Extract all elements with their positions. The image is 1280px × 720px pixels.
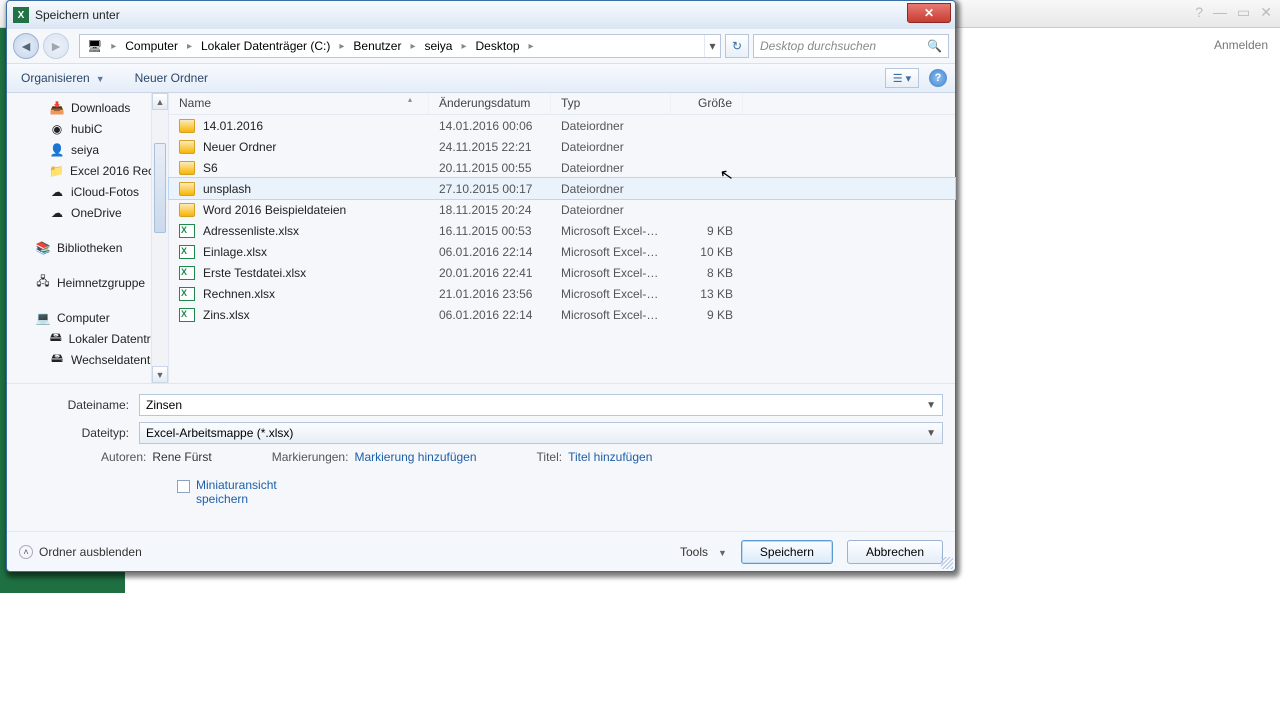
file-row[interactable]: Einlage.xlsx06.01.2016 22:14Microsoft Ex… (169, 241, 955, 262)
window-title: Speichern unter (35, 8, 120, 22)
view-options-button[interactable]: ☰ ▾ (885, 68, 919, 88)
save-as-dialog: X Speichern unter ✕ ◄ ► 🖥▸ Computer▸ Lok… (6, 0, 956, 572)
cancel-button[interactable]: Abbrechen (847, 540, 943, 564)
authors-value[interactable]: Rene Fürst (152, 450, 211, 464)
scroll-thumb[interactable] (154, 143, 166, 233)
tree-item[interactable]: 👤seiya (7, 139, 168, 160)
folder-icon: 📁 (49, 163, 64, 179)
file-row[interactable]: unsplash27.10.2015 00:17Dateiordner (169, 178, 955, 199)
authors-label: Autoren: (101, 450, 146, 464)
filename-input[interactable]: Zinsen▼ (139, 394, 943, 416)
folder-icon (179, 203, 195, 217)
close-icon: ✕ (1260, 4, 1272, 21)
sign-in-link[interactable]: Anmelden (1214, 38, 1268, 52)
excel-file-icon (179, 266, 195, 280)
folder-icon (179, 161, 195, 175)
folder-icon: 🖧 (35, 275, 51, 291)
new-folder-button[interactable]: Neuer Ordner (129, 68, 214, 88)
tree-item[interactable]: 🖴Lokaler Datenträg (7, 328, 168, 349)
excel-file-icon (179, 245, 195, 259)
bg-window-controls: ? — ▭ ✕ (1195, 4, 1272, 21)
file-row[interactable]: Word 2016 Beispieldateien18.11.2015 20:2… (169, 199, 955, 220)
chevron-up-icon: ˄ (19, 545, 33, 559)
folder-icon (179, 119, 195, 133)
title-value[interactable]: Titel hinzufügen (568, 450, 652, 464)
tree-item[interactable]: 📁Excel 2016 Rechn (7, 160, 168, 181)
folder-icon: ◉ (49, 121, 65, 137)
column-name[interactable]: Name▴ (169, 93, 429, 114)
folder-icon: 🖴 (49, 352, 65, 368)
column-type[interactable]: Typ (551, 93, 671, 114)
folder-icon: 📥 (49, 100, 65, 116)
help-icon: ? (1195, 4, 1203, 21)
folder-icon (179, 140, 195, 154)
tags-value[interactable]: Markierung hinzufügen (354, 450, 476, 464)
thumbnail-label: Miniaturansicht speichern (196, 478, 296, 506)
titlebar[interactable]: X Speichern unter ✕ (7, 1, 955, 29)
tree-item[interactable]: 💻Computer (7, 307, 168, 328)
breadcrumb-dropdown[interactable]: ▾ (704, 35, 720, 57)
tree-item[interactable]: ☁iCloud-Fotos (7, 181, 168, 202)
excel-file-icon (179, 287, 195, 301)
title-label: Titel: (537, 450, 563, 464)
folder-icon: ☁ (49, 205, 65, 221)
file-row[interactable]: Erste Testdatei.xlsx20.01.2016 22:41Micr… (169, 262, 955, 283)
hide-folders-button[interactable]: ˄ Ordner ausblenden (19, 545, 142, 559)
folder-icon (179, 182, 195, 196)
file-row[interactable]: 14.01.201614.01.2016 00:06Dateiordner (169, 115, 955, 136)
tree-item[interactable]: 🖴Wechseldatenträ (7, 349, 168, 370)
column-size[interactable]: Größe (671, 93, 743, 114)
resize-grip[interactable] (941, 557, 953, 569)
excel-icon: X (13, 7, 29, 23)
nav-back-button[interactable]: ◄ (13, 33, 39, 59)
column-modified[interactable]: Änderungsdatum (429, 93, 551, 114)
scroll-up-icon[interactable]: ▲ (152, 93, 168, 110)
filetype-label: Dateityp: (19, 426, 139, 440)
scroll-down-icon[interactable]: ▼ (152, 366, 168, 383)
folder-tree[interactable]: 📥Downloads◉hubiC👤seiya📁Excel 2016 Rechn☁… (7, 93, 169, 383)
file-list[interactable]: Name▴ Änderungsdatum Typ Größe 14.01.201… (169, 93, 955, 383)
computer-icon: 🖥 (87, 39, 102, 53)
filetype-select[interactable]: Excel-Arbeitsmappe (*.xlsx)▼ (139, 422, 943, 444)
tree-item[interactable]: 📥Downloads (7, 97, 168, 118)
search-input[interactable]: Desktop durchsuchen 🔍 (753, 34, 949, 58)
breadcrumb[interactable]: 🖥▸ Computer▸ Lokaler Datenträger (C:)▸ B… (79, 34, 721, 58)
file-row[interactable]: Zins.xlsx06.01.2016 22:14Microsoft Excel… (169, 304, 955, 325)
sort-indicator-icon: ▴ (408, 95, 412, 104)
file-row[interactable]: S620.11.2015 00:55Dateiordner (169, 157, 955, 178)
organize-button[interactable]: Organisieren▼ (15, 68, 111, 88)
nav-forward-button[interactable]: ► (43, 33, 69, 59)
folder-icon: 👤 (49, 142, 65, 158)
excel-file-icon (179, 308, 195, 322)
tools-button[interactable]: Tools▼ (680, 545, 727, 559)
filename-label: Dateiname: (19, 398, 139, 412)
file-row[interactable]: Rechnen.xlsx21.01.2016 23:56Microsoft Ex… (169, 283, 955, 304)
tree-scrollbar[interactable]: ▲ ▼ (151, 93, 168, 383)
excel-file-icon (179, 224, 195, 238)
tree-item[interactable]: ◉hubiC (7, 118, 168, 139)
folder-icon: 📚 (35, 240, 51, 256)
tree-item[interactable]: 📚Bibliotheken (7, 237, 168, 258)
tree-item[interactable]: 🖧Heimnetzgruppe (7, 272, 168, 293)
maximize-icon: ▭ (1237, 4, 1250, 21)
close-button[interactable]: ✕ (907, 3, 951, 23)
help-button[interactable]: ? (929, 69, 947, 87)
thumbnail-checkbox[interactable] (177, 480, 190, 493)
folder-icon: ☁ (49, 184, 65, 200)
tags-label: Markierungen: (272, 450, 349, 464)
folder-icon: 🖴 (49, 331, 63, 347)
search-icon: 🔍 (927, 39, 942, 53)
minimize-icon: — (1213, 4, 1227, 21)
refresh-button[interactable]: ↻ (725, 34, 749, 58)
save-button[interactable]: Speichern (741, 540, 833, 564)
tree-item[interactable]: ☁OneDrive (7, 202, 168, 223)
file-row[interactable]: Neuer Ordner24.11.2015 22:21Dateiordner (169, 136, 955, 157)
file-row[interactable]: Adressenliste.xlsx16.11.2015 00:53Micros… (169, 220, 955, 241)
folder-icon: 💻 (35, 310, 51, 326)
